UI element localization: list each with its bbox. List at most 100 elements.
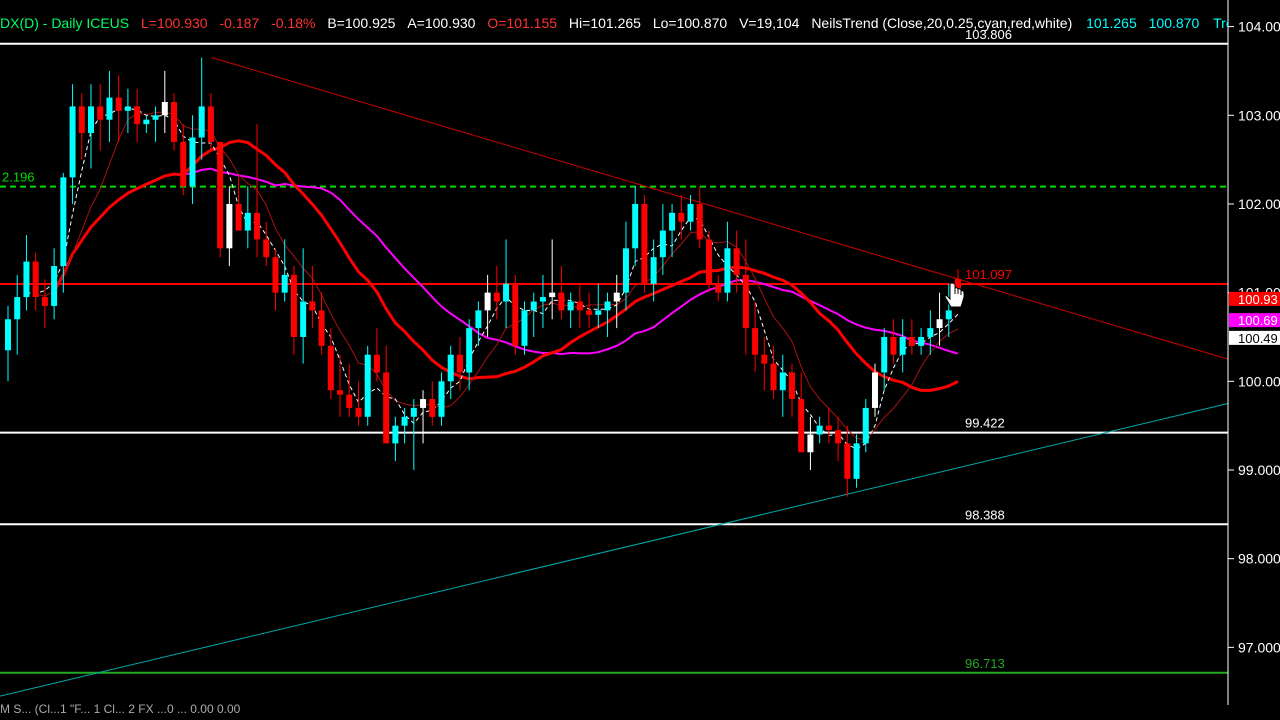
candle-body [281, 274, 288, 293]
candle-body [318, 310, 325, 346]
price-tag-label: 100.93 [1238, 292, 1278, 307]
indicator-label: NeilsTrend (Close,20,0.25,cyan,red,white… [811, 15, 1073, 31]
candle-body [410, 407, 417, 417]
candle-body [724, 248, 731, 293]
candle-body [669, 212, 676, 231]
candle-body [586, 310, 593, 315]
candle-body [770, 363, 777, 391]
candle-body [475, 310, 482, 329]
candle-body [659, 230, 666, 258]
price-chart[interactable]: 103.8062.196101.09799.42298.38896.713 10… [0, 0, 1280, 720]
candle-body [622, 248, 629, 293]
candle-body [78, 106, 85, 134]
candle-body [835, 430, 842, 444]
candle-body [115, 97, 122, 111]
candle-body [88, 106, 95, 134]
candle-body [604, 301, 611, 311]
candle-body [650, 257, 657, 284]
candle-body [899, 336, 906, 355]
y-tick-label: 103.000 [1238, 107, 1280, 123]
candle-body [383, 372, 390, 444]
open-price: O=101.155 [487, 15, 558, 31]
candle-body [373, 354, 380, 373]
level-label: 2.196 [2, 170, 35, 185]
y-tick-label: 100.000 [1238, 373, 1280, 389]
candle-body [143, 119, 150, 125]
y-tick-label: 104.000 [1238, 19, 1280, 35]
candle-body [337, 390, 344, 395]
candle-body [558, 292, 565, 311]
candle-body [539, 297, 546, 302]
candle-body [152, 115, 159, 120]
candle-body [161, 101, 168, 116]
candle-body [825, 425, 832, 431]
candle-body [235, 203, 242, 231]
candle-body [180, 141, 187, 187]
indicator-low: 100.870 [1148, 15, 1200, 31]
candle-body [484, 292, 491, 311]
candle-body [392, 425, 399, 444]
candle-body [705, 239, 712, 284]
candle-body [51, 266, 58, 306]
change-percent: -0.18% [271, 15, 316, 31]
level-label: 98.388 [965, 507, 1005, 522]
candle-body [401, 416, 408, 426]
volume-value: V=19,104 [739, 15, 800, 31]
candle-body [816, 425, 823, 435]
candle-body [696, 203, 703, 240]
candle-body [309, 301, 316, 311]
candle-body [106, 97, 113, 120]
candle-body [788, 372, 795, 400]
candle-body [327, 345, 334, 391]
candle-body [890, 336, 897, 355]
candle-body [189, 137, 196, 187]
candle-body [272, 257, 279, 293]
candle-body [715, 283, 722, 293]
candle-body [733, 248, 740, 275]
candle-body [521, 310, 528, 346]
candle-body [576, 301, 583, 311]
quote-header: DX(D) - Daily ICEUS L=100.930 -0.187 -0.… [0, 14, 1228, 32]
candle-body [945, 310, 952, 320]
trend-label: Tren ... [1213, 15, 1228, 31]
candle-body [429, 399, 436, 417]
candle-body [927, 328, 934, 337]
high-price: Hi=101.265 [568, 15, 641, 31]
candle-body [134, 106, 141, 125]
ask-price: A=100.930 [407, 15, 476, 31]
y-tick-label: 98.000 [1238, 551, 1280, 567]
candle-body [263, 239, 270, 258]
candle-body [420, 399, 427, 408]
level-label: 96.713 [965, 656, 1005, 671]
candle-body [678, 212, 685, 222]
candle-body [503, 283, 510, 302]
level-label: 99.422 [965, 416, 1005, 431]
candle-body [918, 336, 925, 346]
candle-body [493, 292, 500, 302]
candle-body [632, 203, 639, 249]
candle-body [244, 212, 251, 231]
price-tag-label: 100.69 [1238, 313, 1278, 328]
candle-body [908, 336, 915, 346]
candle-body [290, 274, 297, 337]
change-value: -0.187 [219, 15, 260, 31]
candle-body [567, 301, 574, 311]
y-tick-label: 97.000 [1238, 639, 1280, 655]
candle-body [853, 443, 860, 479]
candle-body [23, 261, 30, 298]
candle-body [364, 354, 371, 417]
chart-background [0, 0, 1280, 720]
candle-body [530, 301, 537, 311]
candle-body [447, 354, 454, 382]
candle-body [355, 407, 362, 417]
candle-body [198, 106, 205, 138]
candle-body [512, 283, 519, 346]
candle-body [97, 106, 104, 120]
candle-body [871, 372, 878, 408]
low-price: Lo=100.870 [652, 15, 728, 31]
candle-body [456, 354, 463, 373]
candle-body [5, 319, 11, 351]
candle-body [595, 310, 602, 315]
candle-body [41, 297, 48, 306]
candle-body [438, 381, 445, 417]
